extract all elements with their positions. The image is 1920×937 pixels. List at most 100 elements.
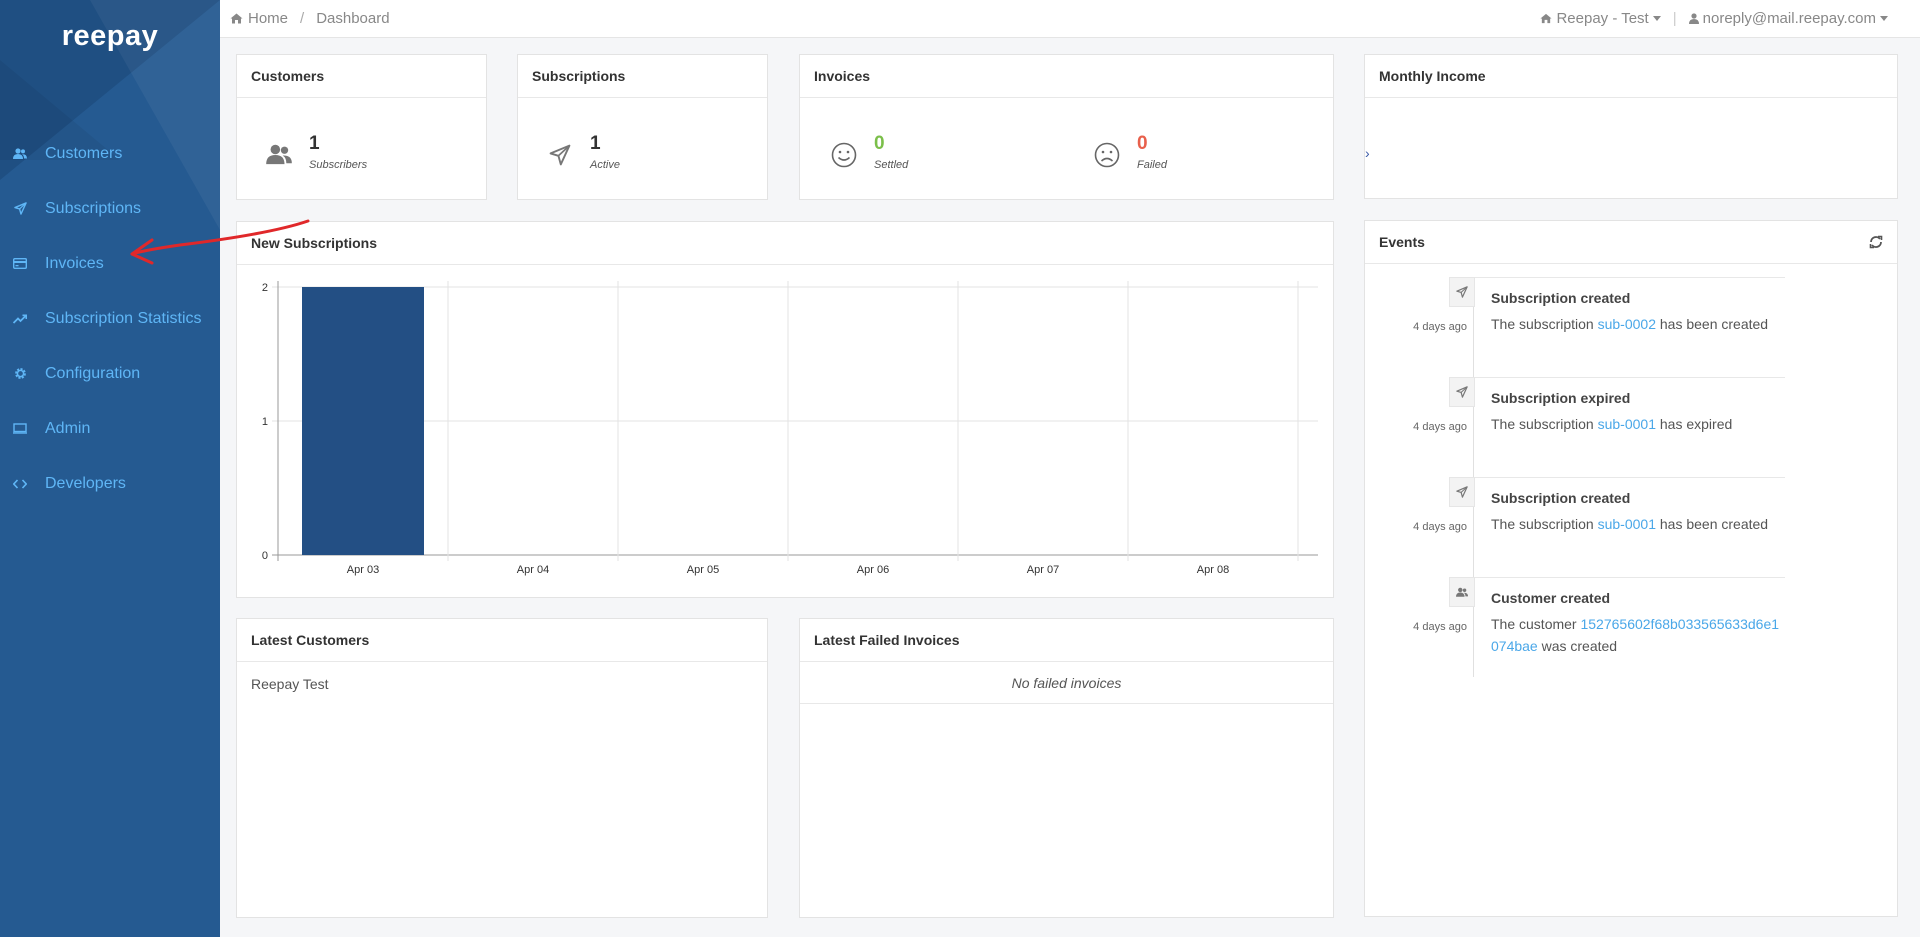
paper-plane-icon [544,139,576,171]
invoices-panel: Invoices 0 Settled 0 Failed [799,54,1334,200]
sidebar-nav: Customers Subscriptions Invoices Subscri… [0,126,220,511]
sidebar-item-developers[interactable]: Developers [0,456,220,511]
sidebar-item-invoices[interactable]: Invoices [0,236,220,291]
account-dropdown[interactable]: Reepay - Test [1540,10,1661,27]
latest-customers-panel: Latest Customers Reepay Test [236,618,768,918]
paper-plane-icon [1449,477,1475,507]
event-body: Subscription created The subscription su… [1491,489,1781,535]
panel-title: Monthly Income [1379,68,1486,84]
panel-header: New Subscriptions [237,222,1333,265]
user-email: noreply@mail.reepay.com [1702,10,1876,27]
events-panel: Events 4 days ago Subscription created T… [1364,220,1898,917]
sidebar-item-configuration[interactable]: Configuration [0,346,220,401]
sidebar-item-subscription-statistics[interactable]: Subscription Statistics [0,291,220,346]
event-title: Subscription expired [1491,390,1631,406]
panel-title: Latest Failed Invoices [814,632,960,648]
events-timeline: 4 days ago Subscription created The subs… [1377,277,1785,677]
event-body: Subscription expired The subscription su… [1491,389,1781,435]
frown-icon [1091,139,1123,171]
event-title: Subscription created [1491,290,1631,306]
sidebar-item-label: Configuration [45,364,141,382]
event-text: has been created [1656,516,1769,532]
sidebar-item-label: Subscription Statistics [45,309,202,327]
divider [1473,577,1785,578]
top-right-menu: Reepay - Test | noreply@mail.reepay.com [1540,10,1888,27]
home-icon [1540,13,1552,24]
event-link[interactable]: sub-0002 [1598,316,1656,332]
panel-header: Latest Customers [237,619,767,662]
y-tick-label: 2 [262,282,268,294]
event-item: 4 days ago Subscription created The subs… [1377,277,1785,377]
event-item: 4 days ago Subscription expired The subs… [1377,377,1785,477]
trend-icon [12,311,28,327]
event-text: The customer [1491,616,1581,632]
breadcrumb-separator: / [300,10,305,27]
new-subscriptions-chart: 0 1 2 Apr 03 Apr 04 Apr 05 Apr 06 Apr 07 Apr 08 [262,281,1318,576]
failed-count: 0 [1137,133,1148,154]
panel-header: Subscriptions [518,55,767,98]
bar [302,287,424,555]
event-body: Customer created The customer 152765602f… [1491,589,1781,657]
panel-title: New Subscriptions [251,235,378,251]
sidebar-item-admin[interactable]: Admin [0,401,220,456]
refresh-icon[interactable] [1869,235,1883,249]
y-tick-label: 0 [262,550,268,562]
sidebar-item-subscriptions[interactable]: Subscriptions [0,181,220,236]
event-text: was created [1537,638,1618,654]
settled-stat[interactable]: 0 Settled [828,133,908,171]
empty-state-message: No failed invoices [800,662,1333,704]
logo[interactable]: reepay [0,20,220,53]
panel-header: Monthly Income [1365,55,1897,98]
users-icon [1449,577,1475,607]
user-dropdown[interactable]: noreply@mail.reepay.com [1688,10,1888,27]
panel-title: Invoices [814,68,871,84]
paper-plane-icon [1449,377,1475,407]
customer-list-item[interactable]: Reepay Test [237,662,767,706]
failed-label: Failed [1137,159,1167,171]
event-link[interactable]: sub-0001 [1598,516,1656,532]
paper-plane-icon [12,201,28,217]
home-icon [230,13,243,24]
event-text: The subscription [1491,416,1598,432]
subscribers-count: 1 [309,133,320,154]
top-bar: Home / Dashboard Reepay - Test | noreply… [220,0,1920,38]
user-icon [1688,13,1699,24]
subscriptions-stat[interactable]: 1 Active [544,133,620,171]
event-item: 4 days ago Customer created The customer… [1377,577,1785,677]
event-text: The subscription [1491,516,1598,532]
x-tick-label: Apr 05 [687,564,719,576]
breadcrumb-current: Dashboard [316,10,390,27]
panel-header: Invoices [800,55,1333,98]
panel-header: Latest Failed Invoices [800,619,1333,662]
divider: | [1672,10,1677,27]
customers-panel: Customers 1 Subscribers [236,54,487,200]
divider [1473,477,1785,478]
breadcrumb: Home / Dashboard [230,10,390,27]
sidebar-item-label: Invoices [45,254,104,272]
code-icon [12,476,28,492]
sidebar-item-label: Customers [45,144,123,162]
breadcrumb-home-link[interactable]: Home [248,10,288,27]
smile-icon [828,139,860,171]
event-title: Customer created [1491,590,1611,606]
sidebar-item-label: Subscriptions [45,199,142,217]
chevron-right-icon[interactable]: › [1365,145,1370,161]
monthly-income-panel: Monthly Income › [1364,54,1898,199]
chevron-down-icon [1880,16,1888,21]
sidebar-item-customers[interactable]: Customers [0,126,220,181]
divider [1473,377,1785,378]
event-text: has expired [1656,416,1733,432]
customers-stat[interactable]: 1 Subscribers [263,133,367,171]
latest-failed-invoices-panel: Latest Failed Invoices No failed invoice… [799,618,1334,918]
failed-stat[interactable]: 0 Failed [1091,133,1167,171]
y-tick-label: 1 [262,416,268,428]
event-time: 4 days ago [1413,421,1467,433]
credit-card-icon [12,256,28,272]
x-tick-label: Apr 07 [1027,564,1059,576]
x-tick-label: Apr 08 [1197,564,1229,576]
panel-title: Customers [251,68,325,84]
panel-title: Subscriptions [532,68,626,84]
event-link[interactable]: sub-0001 [1598,416,1656,432]
divider [1473,277,1785,278]
event-body: Subscription created The subscription su… [1491,289,1781,335]
